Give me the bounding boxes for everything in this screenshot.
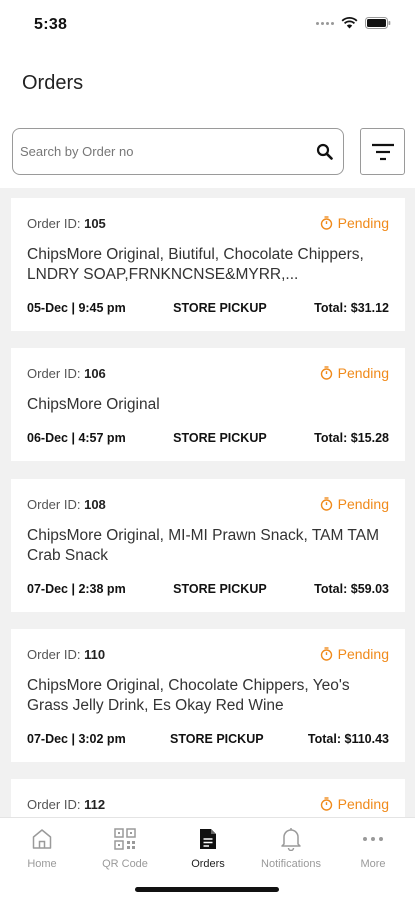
order-id-value: 112 <box>84 796 106 812</box>
status-badge: Pending <box>320 215 389 231</box>
tab-more[interactable]: More <box>333 826 413 870</box>
tab-label: Home <box>27 858 57 870</box>
status-badge: Pending <box>320 496 389 512</box>
order-card[interactable]: Order ID: 106 Pending ChipsMore Original… <box>11 348 405 461</box>
order-items: ChipsMore Original, Biutiful, Chocolate … <box>27 246 364 283</box>
home-indicator <box>135 887 279 892</box>
timer-icon <box>320 366 332 380</box>
order-id-label: Order ID: <box>27 796 81 812</box>
order-id-label: Order ID: <box>27 365 81 381</box>
status-badge: Pending <box>320 365 389 381</box>
order-total: Total: $110.43 <box>307 732 389 746</box>
tab-qr-code[interactable]: QR Code <box>85 826 165 870</box>
fulfillment-method: STORE PICKUP <box>170 732 264 746</box>
status-bar: 5:38 <box>0 0 415 50</box>
tab-orders[interactable]: Orders <box>168 826 248 870</box>
qr-code-icon <box>114 826 136 852</box>
status-badge: Pending <box>320 646 389 662</box>
order-items: ChipsMore Original, Chocolate Chippers, … <box>27 677 350 714</box>
order-id-label: Order ID: <box>27 496 81 512</box>
order-date-time: 06-Dec | 4:57 pm <box>27 431 126 445</box>
fulfillment-method: STORE PICKUP <box>173 582 267 596</box>
order-items: ChipsMore Original, MI-MI Prawn Snack, T… <box>27 527 379 564</box>
order-total: Total: $59.03 <box>314 582 389 596</box>
order-items: ChipsMore Original <box>27 396 160 413</box>
status-text: Pending <box>337 215 389 231</box>
order-card[interactable]: Order ID: 110 Pending ChipsMore Original… <box>11 629 405 762</box>
timer-icon <box>320 497 332 511</box>
order-id: Order ID: 105 <box>27 216 106 231</box>
order-date-time: 07-Dec | 3:02 pm <box>27 732 126 746</box>
search-input[interactable] <box>13 129 305 174</box>
tab-label: QR Code <box>102 858 148 870</box>
tab-home[interactable]: Home <box>2 826 82 870</box>
order-id: Order ID: 108 <box>27 497 106 512</box>
tab-notifications[interactable]: Notifications <box>251 826 331 870</box>
tab-label: More <box>360 858 386 870</box>
timer-icon <box>320 797 332 811</box>
more-icon <box>362 826 384 852</box>
wifi-icon <box>341 17 358 29</box>
fulfillment-method: STORE PICKUP <box>173 431 267 445</box>
filter-button[interactable] <box>360 128 405 175</box>
orders-icon <box>199 826 217 852</box>
timer-icon <box>320 647 332 661</box>
bell-icon <box>280 826 302 852</box>
search-icon[interactable] <box>305 143 343 160</box>
status-text: Pending <box>337 496 389 512</box>
signal-icon <box>316 21 334 25</box>
status-badge: Pending <box>320 796 389 812</box>
order-id-value: 106 <box>84 365 106 381</box>
order-card[interactable]: Order ID: 108 Pending ChipsMore Original… <box>11 479 405 612</box>
home-icon <box>30 826 54 852</box>
tab-label: Notifications <box>261 858 321 870</box>
status-icons <box>316 17 391 29</box>
order-id-label: Order ID: <box>27 215 81 231</box>
order-id-value: 105 <box>84 215 106 231</box>
order-id: Order ID: 110 <box>27 647 105 662</box>
status-text: Pending <box>337 646 389 662</box>
status-text: Pending <box>337 796 389 812</box>
search-box <box>12 128 344 175</box>
battery-icon <box>365 17 391 29</box>
timer-icon <box>320 216 332 230</box>
fulfillment-method: STORE PICKUP <box>173 301 267 315</box>
order-total: Total: $31.12 <box>314 301 389 315</box>
orders-list[interactable]: Order ID: 105 Pending ChipsMore Original… <box>0 188 415 817</box>
order-id-value: 110 <box>84 646 106 662</box>
order-date-time: 07-Dec | 2:38 pm <box>27 582 126 596</box>
order-id-value: 108 <box>84 496 106 512</box>
page-title: Orders <box>22 72 84 94</box>
tab-label: Orders <box>191 858 225 870</box>
status-time: 5:38 <box>34 16 68 33</box>
order-card[interactable]: Order ID: 105 Pending ChipsMore Original… <box>11 198 405 331</box>
order-id-label: Order ID: <box>27 646 81 662</box>
order-total: Total: $15.28 <box>314 431 389 445</box>
order-card[interactable]: Order ID: 112 Pending <box>11 779 405 817</box>
order-date-time: 05-Dec | 9:45 pm <box>27 301 126 315</box>
order-id: Order ID: 112 <box>27 797 105 812</box>
filter-icon <box>371 143 394 160</box>
status-text: Pending <box>337 365 389 381</box>
order-id: Order ID: 106 <box>27 366 106 381</box>
